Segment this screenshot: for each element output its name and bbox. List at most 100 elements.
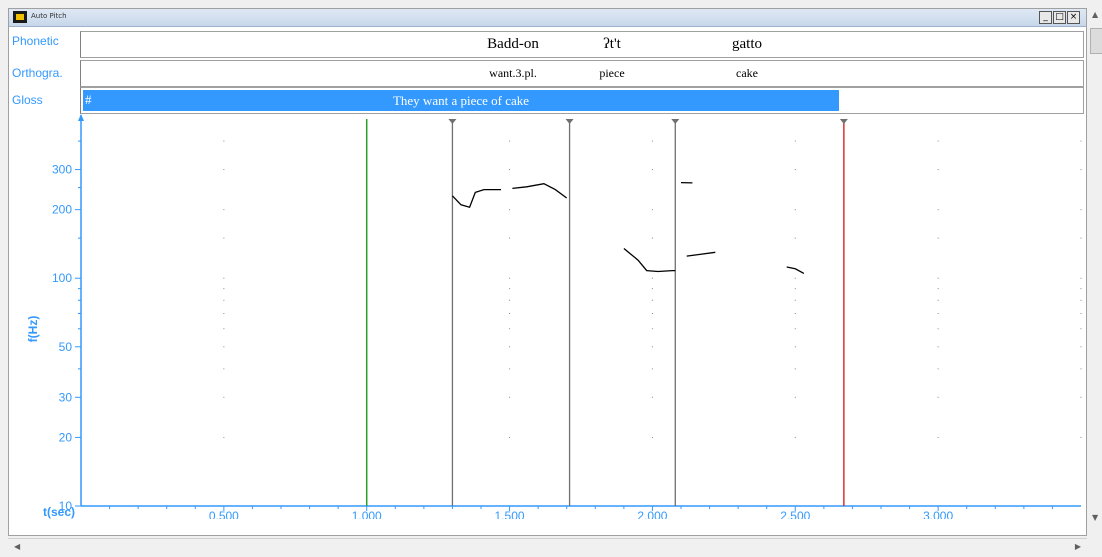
grid-dot xyxy=(1080,209,1082,211)
grid-dot xyxy=(1080,396,1082,398)
tier-phonetic[interactable]: Badd-on ʔt't gatto xyxy=(80,31,1084,58)
segment-marker-icon xyxy=(565,119,574,124)
scroll-thumb[interactable] xyxy=(1090,28,1102,54)
grid-dot xyxy=(937,396,939,398)
maximize-button[interactable]: □ xyxy=(1053,11,1066,24)
gloss-text: They want a piece of cake xyxy=(392,93,530,108)
grid-dot xyxy=(794,140,796,142)
y-tick-label: 200 xyxy=(52,203,72,217)
minimize-button[interactable]: _ xyxy=(1039,11,1052,24)
horizontal-scrollbar[interactable]: ◀ ▶ xyxy=(8,538,1087,556)
segment-marker-icon xyxy=(448,119,457,124)
grid-dot xyxy=(1080,299,1082,301)
grid-dot xyxy=(794,436,796,438)
grid-dot xyxy=(651,346,653,348)
grid-dot xyxy=(223,346,225,348)
grid-dot xyxy=(1080,368,1082,370)
x-tick-label: 0.500 xyxy=(209,509,239,519)
pitch-contour xyxy=(686,251,716,257)
grid-dot xyxy=(794,368,796,370)
pitch-contour xyxy=(451,188,501,208)
grid-dot xyxy=(1080,140,1082,142)
y-tick-label: 50 xyxy=(59,340,73,354)
auto-pitch-window: Auto Pitch _ □ × Phonetic Badd-on ʔt't g… xyxy=(8,8,1087,536)
tier-label-phonetic[interactable]: Phonetic xyxy=(9,29,79,56)
grid-dot xyxy=(509,277,511,279)
window-controls: _ □ × xyxy=(1039,11,1080,24)
app-icon xyxy=(13,11,27,23)
grid-dot xyxy=(937,140,939,142)
grid-dot xyxy=(794,328,796,330)
y-axis-label: f(Hz) xyxy=(26,316,40,343)
grid-dot xyxy=(223,299,225,301)
x-axis: 0.500 1.000 1.500 2.000 2.500 3.000 xyxy=(81,505,1081,519)
grid-dot xyxy=(223,436,225,438)
orthographic-segment[interactable]: want.3.pl. xyxy=(489,66,537,81)
scroll-right-icon[interactable]: ▶ xyxy=(1075,542,1081,551)
grid-dot xyxy=(223,368,225,370)
grid-dot xyxy=(509,436,511,438)
scroll-left-icon[interactable]: ◀ xyxy=(14,542,20,551)
grid-dot xyxy=(509,209,511,211)
phonetic-segment[interactable]: gatto xyxy=(732,36,762,53)
grid-dot xyxy=(509,237,511,239)
phonetic-segment[interactable]: Badd-on xyxy=(487,36,539,53)
tier-orthographic[interactable]: want.3.pl. piece cake xyxy=(80,60,1084,87)
title-bar[interactable]: Auto Pitch _ □ × xyxy=(9,9,1086,27)
grid-dot xyxy=(509,312,511,314)
grid-dot xyxy=(794,299,796,301)
x-tick-label: 2.500 xyxy=(780,509,810,519)
y-axis: 10203050100200300 xyxy=(52,114,84,513)
pitch-contour xyxy=(786,266,805,274)
grid-dot xyxy=(937,328,939,330)
segment-marker-icon xyxy=(839,119,848,124)
vertical-scrollbar[interactable]: ▲ ▼ xyxy=(1089,8,1102,536)
y-tick-label: 30 xyxy=(59,390,73,404)
grid-dot xyxy=(651,277,653,279)
x-tick-label: 1.500 xyxy=(495,509,525,519)
grid-dot xyxy=(509,140,511,142)
grid-dot xyxy=(794,346,796,348)
grid-dot xyxy=(223,140,225,142)
grid-dot xyxy=(1080,288,1082,290)
grid-dot xyxy=(509,169,511,171)
grid-dot xyxy=(223,169,225,171)
scroll-up-icon[interactable]: ▲ xyxy=(1092,10,1098,19)
pitch-series xyxy=(451,181,805,274)
grid-dot xyxy=(794,396,796,398)
grid-dot xyxy=(651,436,653,438)
y-tick-label: 20 xyxy=(59,430,73,444)
pitch-contour xyxy=(512,183,568,199)
grid-dot xyxy=(509,288,511,290)
grid-dot xyxy=(651,288,653,290)
grid-dot xyxy=(937,277,939,279)
tier-gloss[interactable]: # They want a piece of cake xyxy=(80,87,1084,114)
window-title: Auto Pitch xyxy=(31,12,67,20)
close-button[interactable]: × xyxy=(1067,11,1080,24)
orthographic-segment[interactable]: piece xyxy=(599,66,624,81)
grid-dot xyxy=(937,312,939,314)
tier-label-gloss[interactable]: Gloss xyxy=(9,88,79,115)
grid-dot xyxy=(937,288,939,290)
grid-dot xyxy=(651,169,653,171)
phonetic-segment[interactable]: ʔt't xyxy=(603,36,621,53)
grid-dot xyxy=(937,436,939,438)
grid-dot xyxy=(1080,312,1082,314)
segment-marker-icon xyxy=(671,119,680,124)
grid xyxy=(223,140,1082,438)
gloss-selection[interactable]: # They want a piece of cake xyxy=(83,90,839,111)
grid-dot xyxy=(223,288,225,290)
grid-dot xyxy=(223,328,225,330)
tier-label-orthographic[interactable]: Orthogra. xyxy=(9,61,79,88)
grid-dot xyxy=(937,237,939,239)
grid-dot xyxy=(794,169,796,171)
grid-dot xyxy=(509,328,511,330)
orthographic-segment[interactable]: cake xyxy=(736,66,758,81)
grid-dot xyxy=(651,299,653,301)
grid-dot xyxy=(794,237,796,239)
grid-dot xyxy=(794,312,796,314)
grid-dot xyxy=(509,368,511,370)
pitch-plot[interactable]: 10203050100200300 0.500 1.000 1.500 2.000 2.… xyxy=(9,114,1088,519)
grid-dot xyxy=(1080,237,1082,239)
scroll-down-icon[interactable]: ▼ xyxy=(1092,513,1098,522)
